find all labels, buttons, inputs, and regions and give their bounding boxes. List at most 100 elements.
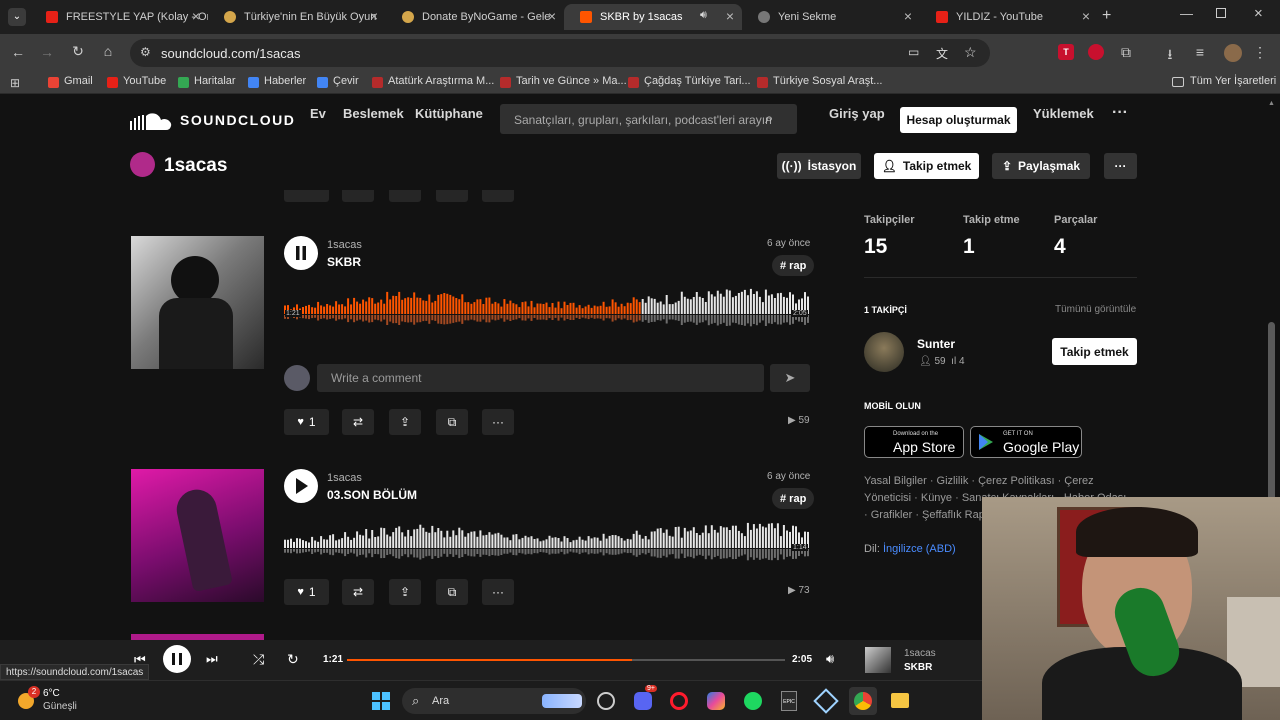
download-icon[interactable]: ⭳: [1160, 44, 1180, 68]
discord-icon[interactable]: [634, 692, 652, 710]
tab-4[interactable]: Yeni Sekme ×: [742, 4, 920, 30]
window-close-button[interactable]: ×: [1254, 5, 1263, 22]
close-icon[interactable]: ×: [370, 8, 378, 24]
file-explorer-icon[interactable]: [891, 693, 909, 708]
bookmark-news[interactable]: Haberler: [248, 75, 306, 88]
genre-tag[interactable]: # rap: [772, 488, 815, 509]
player-artwork[interactable]: [865, 647, 891, 673]
app-store-badge[interactable]: Download on the App Store: [864, 426, 964, 458]
bookmark-maps[interactable]: Haritalar: [178, 75, 236, 88]
follower-follow-button[interactable]: Takip etmek: [1052, 338, 1137, 365]
bookmark-youtube[interactable]: YouTube: [107, 75, 166, 88]
like-button[interactable]: ♥ 1: [284, 579, 329, 605]
spotify-icon[interactable]: [744, 692, 762, 710]
track-title[interactable]: SKBR: [327, 255, 361, 269]
site-info-icon[interactable]: ⚙: [140, 45, 151, 59]
tab-3-active[interactable]: SKBR by 1sacas 🔊︎ ×: [564, 4, 742, 30]
bookmark-tarih[interactable]: Tarih ve Günce » Ma...: [500, 75, 627, 88]
search-input[interactable]: Sanatçıları, grupları, şarkıları, podcas…: [500, 104, 797, 134]
soundcloud-cloud-icon[interactable]: [130, 112, 172, 130]
close-icon[interactable]: ×: [192, 8, 200, 24]
bookmark-translate[interactable]: Çevir: [317, 75, 359, 88]
opera-icon[interactable]: [670, 692, 688, 710]
upload-link[interactable]: Yüklemek: [1033, 106, 1094, 121]
taskbar-search[interactable]: ⌕ Ara: [402, 688, 586, 714]
nav-library[interactable]: Kütüphane: [415, 106, 483, 121]
stat-label[interactable]: Takipçiler: [864, 214, 915, 226]
repeat-icon[interactable]: ↻: [287, 651, 299, 668]
shuffle-icon[interactable]: ⤮: [253, 651, 264, 668]
close-icon[interactable]: ×: [1082, 8, 1090, 24]
bookmark-star-icon[interactable]: ☆: [964, 44, 977, 61]
nav-feed[interactable]: Beslemek: [343, 106, 404, 121]
weather-temp[interactable]: 6°C: [43, 688, 60, 699]
tab-search-button[interactable]: ⌄: [8, 8, 26, 26]
forward-icon[interactable]: →: [37, 44, 57, 60]
comment-input[interactable]: Write a comment: [317, 364, 764, 392]
pause-button[interactable]: [163, 645, 191, 673]
task-view-icon[interactable]: [597, 692, 615, 710]
player-title[interactable]: SKBR: [904, 662, 932, 673]
repost-button[interactable]: [342, 190, 374, 202]
follower-name[interactable]: Sunter: [917, 337, 955, 351]
like-button[interactable]: ♥ 1: [284, 409, 329, 435]
track-artwork[interactable]: [131, 236, 264, 369]
all-bookmarks[interactable]: Tüm Yer İşaretleri: [1172, 75, 1276, 87]
bookmark-ataturk[interactable]: Atatürk Araştırma M...: [372, 75, 494, 88]
windows-start-icon[interactable]: [372, 692, 390, 710]
scroll-up-arrow[interactable]: ▲: [1268, 100, 1275, 107]
bookmark-sosyal[interactable]: Türkiye Sosyal Araşt...: [757, 75, 882, 88]
progress-bar[interactable]: [347, 659, 785, 661]
next-icon[interactable]: ⏭︎: [206, 651, 218, 667]
epic-games-icon[interactable]: EPIC: [781, 691, 797, 711]
minimize-button[interactable]: —: [1180, 6, 1193, 21]
share-button[interactable]: ⇪: [389, 409, 421, 435]
home-icon[interactable]: ⌂: [98, 43, 118, 59]
close-icon[interactable]: ×: [904, 8, 912, 24]
url-input[interactable]: ⚙ soundcloud.com/1sacas ☆ 文 ▭: [130, 39, 990, 67]
volume-icon[interactable]: 🔊︎: [826, 651, 834, 667]
back-icon[interactable]: ←: [8, 44, 28, 60]
more-button[interactable]: [482, 190, 514, 202]
send-comment-icon[interactable]: ➤: [770, 364, 810, 392]
pause-button[interactable]: [284, 236, 318, 270]
profile-avatar[interactable]: [1224, 44, 1242, 62]
profile-more-button[interactable]: ···: [1104, 153, 1137, 179]
reload-icon[interactable]: ↻: [68, 43, 88, 60]
station-button[interactable]: ((·)) İstasyon: [777, 153, 861, 179]
share-button[interactable]: ⇪ Paylaşmak: [992, 153, 1090, 179]
footer-links[interactable]: Yasal Bilgiler · Gizlilik · Çerez Politi…: [864, 473, 1094, 490]
puzzle-icon[interactable]: ⧉: [1116, 44, 1136, 61]
tab-2[interactable]: Donate ByNoGame - Gele ×: [386, 4, 564, 30]
copy-button[interactable]: [436, 190, 468, 202]
tab-5[interactable]: YILDIZ - YouTube ×: [920, 4, 1098, 30]
stat-label[interactable]: Parçalar: [1054, 214, 1097, 226]
copy-link-button[interactable]: ⧉: [436, 409, 468, 435]
bookmark-cagdas[interactable]: Çağdaş Türkiye Tari...: [628, 75, 751, 88]
tab-1[interactable]: Türkiye'nin En Büyük Oyun ×: [208, 4, 386, 30]
stat-value[interactable]: 15: [864, 235, 887, 259]
player-user[interactable]: 1sacas: [904, 648, 936, 659]
profile-avatar[interactable]: [130, 152, 155, 177]
extension-icon[interactable]: T: [1058, 44, 1074, 60]
like-button[interactable]: [284, 190, 329, 202]
google-play-badge[interactable]: GET IT ON Google Play: [970, 426, 1082, 458]
track-user[interactable]: 1sacas: [327, 239, 362, 251]
app-icon[interactable]: [813, 688, 839, 714]
stat-value[interactable]: 4: [1054, 235, 1066, 259]
track-user[interactable]: 1sacas: [327, 472, 362, 484]
track-title[interactable]: 03.SON BÖLÜM: [327, 488, 417, 502]
nav-home[interactable]: Ev: [310, 106, 326, 121]
share-button[interactable]: [389, 190, 421, 202]
follow-button[interactable]: 👤︎ Takip etmek: [874, 153, 979, 179]
browser-menu-icon[interactable]: ⋮: [1250, 44, 1270, 61]
translate-icon[interactable]: 文: [936, 45, 948, 62]
search-icon[interactable]: ⌕: [765, 110, 773, 127]
view-all-link[interactable]: Tümünü görüntüle: [1055, 304, 1136, 315]
more-button[interactable]: ···: [482, 579, 514, 605]
install-icon[interactable]: ▭: [908, 45, 919, 59]
track-artwork[interactable]: [131, 469, 264, 602]
create-account-button[interactable]: Hesap oluşturmak: [900, 107, 1017, 133]
new-tab-button[interactable]: +: [1102, 7, 1111, 25]
extension-icon[interactable]: [1088, 44, 1104, 60]
